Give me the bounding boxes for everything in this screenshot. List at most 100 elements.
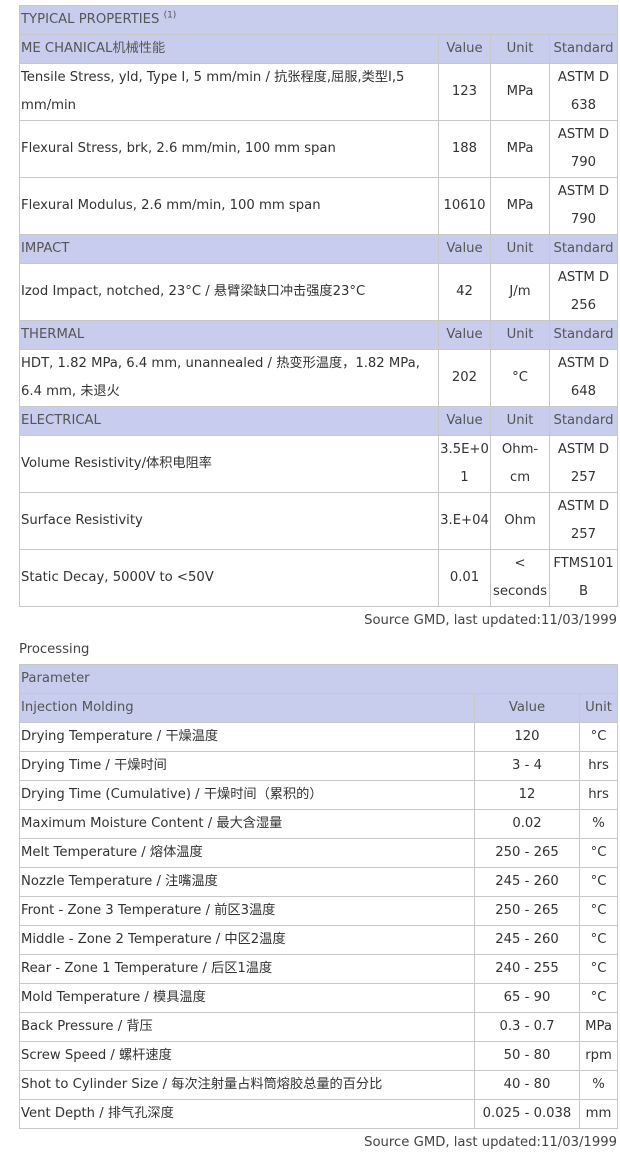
property-unit: MPa — [490, 120, 550, 178]
property-name: Static Decay, 5000V to <50V — [19, 549, 439, 607]
processing-parameter: Back Pressure / 背压 — [19, 1012, 475, 1042]
processing-value: 0.02 — [474, 809, 580, 839]
property-name: HDT, 1.82 MPa, 6.4 mm, unannealed / 热变形温… — [19, 349, 439, 407]
processing-row: Nozzle Temperature / 注嘴温度 245 - 260 °C — [19, 867, 619, 897]
property-value: 10610 — [438, 177, 491, 235]
processing-unit: rpm — [578, 1041, 619, 1071]
header-standard: Standard — [549, 320, 618, 350]
processing-parameter-row: Parameter — [18, 664, 619, 694]
property-row: Flexural Stress, brk, 2.6 mm/min, 100 mm… — [19, 120, 618, 178]
processing-value: 65 - 90 — [474, 983, 580, 1013]
property-value: 0.01 — [438, 549, 491, 607]
processing-value: 250 - 265 — [474, 896, 580, 926]
processing-unit: °C — [578, 838, 619, 868]
processing-parameter: Shot to Cylinder Size / 每次注射量占料筒熔胶总量的百分比 — [19, 1070, 475, 1100]
processing-header-value: Value — [474, 693, 580, 723]
property-row: HDT, 1.82 MPa, 6.4 mm, unannealed / 热变形温… — [19, 349, 618, 407]
processing-value: 250 - 265 — [474, 838, 580, 868]
property-name: Izod Impact, notched, 23°C / 悬臂梁缺口冲击强度23… — [19, 263, 439, 321]
processing-unit: mm — [578, 1099, 619, 1129]
property-value: 3.E+04 — [438, 492, 491, 550]
processing-row: Drying Time / 干燥时间 3 - 4 hrs — [19, 751, 619, 781]
processing-parameter: Drying Temperature / 干燥温度 — [19, 722, 475, 752]
typical-title-superscript: (1) — [163, 10, 177, 21]
property-standard: ASTM D 257 — [549, 435, 618, 493]
processing-parameter: Maximum Moisture Content / 最大含湿量 — [19, 809, 475, 839]
property-unit: < seconds — [490, 549, 550, 607]
section-header-row: ME CHANICAL机械性能 Value Unit Standard — [19, 34, 618, 64]
property-standard: ASTM D 648 — [549, 349, 618, 407]
header-value: Value — [438, 320, 491, 350]
typical-properties-table: TYPICAL PROPERTIES (1) ME CHANICAL机械性能 Va… — [19, 5, 618, 607]
header-standard: Standard — [549, 406, 618, 436]
processing-row: Drying Temperature / 干燥温度 120 °C — [19, 722, 619, 752]
processing-parameter: Front - Zone 3 Temperature / 前区3温度 — [19, 896, 475, 926]
header-value: Value — [438, 34, 491, 64]
processing-row: Mold Temperature / 模具温度 65 - 90 °C — [19, 983, 619, 1013]
processing-unit: °C — [578, 896, 619, 926]
property-name: Tensile Stress, yld, Type I, 5 mm/min / … — [19, 63, 439, 121]
property-row: Surface Resistivity 3.E+04 Ohm ASTM D 257 — [19, 492, 618, 550]
property-value: 188 — [438, 120, 491, 178]
property-standard: ASTM D 790 — [549, 120, 618, 178]
property-unit: MPa — [490, 63, 550, 121]
property-value: 3.5E+01 — [438, 435, 491, 493]
processing-row: Back Pressure / 背压 0.3 - 0.7 MPa — [19, 1012, 619, 1042]
processing-row: Middle - Zone 2 Temperature / 中区2温度 245 -… — [19, 925, 619, 955]
header-value: Value — [438, 406, 491, 436]
processing-unit: hrs — [578, 751, 619, 781]
processing-parameter: Middle - Zone 2 Temperature / 中区2温度 — [19, 925, 475, 955]
processing-row: Vent Depth / 排气孔深度 0.025 - 0.038 mm — [19, 1099, 619, 1129]
property-row: Volume Resistivity/体积电阻率 3.5E+01 Ohm-cm AST… — [19, 435, 618, 493]
processing-row: Drying Time (Cumulative) / 干燥时间（累积的） 12 hr… — [19, 780, 619, 810]
processing-unit: °C — [578, 722, 619, 752]
property-name: Surface Resistivity — [19, 492, 439, 550]
processing-value: 0.025 - 0.038 — [474, 1099, 580, 1129]
processing-header-unit: Unit — [578, 693, 619, 723]
processing-section-name: Injection Molding — [19, 693, 475, 723]
content: TYPICAL PROPERTIES (1) ME CHANICAL机械性能 Va… — [18, 5, 619, 1157]
processing-unit: % — [578, 809, 619, 839]
processing-parameter: Screw Speed / 螺杆速度 — [19, 1041, 475, 1071]
processing-parameter-label: Parameter — [18, 664, 619, 694]
property-standard: ASTM D 257 — [549, 492, 618, 550]
property-row: Tensile Stress, yld, Type I, 5 mm/min / … — [19, 63, 618, 121]
processing-source-note: Source GMD, last updated:11/03/1999 — [364, 1135, 617, 1150]
processing-row: Front - Zone 3 Temperature / 前区3温度 250 - … — [19, 896, 619, 926]
processing-parameter: Vent Depth / 排气孔深度 — [19, 1099, 475, 1129]
typical-title-text: TYPICAL PROPERTIES — [21, 12, 160, 27]
processing-parameter: Melt Temperature / 熔体温度 — [19, 838, 475, 868]
header-unit: Unit — [490, 320, 550, 350]
section-name: IMPACT — [19, 234, 439, 264]
section-header-row: ELECTRICAL Value Unit Standard — [19, 406, 618, 436]
property-value: 123 — [438, 63, 491, 121]
processing-value: 245 - 260 — [474, 925, 580, 955]
property-unit: Ohm — [490, 492, 550, 550]
header-unit: Unit — [490, 406, 550, 436]
section-name: THERMAL — [19, 320, 439, 350]
processing-section-header: Injection Molding Value Unit — [19, 693, 619, 723]
property-value: 202 — [438, 349, 491, 407]
processing-row: Shot to Cylinder Size / 每次注射量占料筒熔胶总量的百分比… — [19, 1070, 619, 1100]
typical-properties-title: TYPICAL PROPERTIES (1) — [19, 5, 618, 35]
processing-unit: °C — [578, 983, 619, 1013]
section-header-row: IMPACT Value Unit Standard — [19, 234, 618, 264]
property-standard: ASTM D 638 — [549, 63, 618, 121]
header-standard: Standard — [549, 34, 618, 64]
property-value: 42 — [438, 263, 491, 321]
typical-properties-title-row: TYPICAL PROPERTIES (1) — [19, 5, 618, 35]
section-name: ELECTRICAL — [19, 406, 439, 436]
typical-source-note: Source GMD, last updated:11/03/1999 — [364, 613, 617, 628]
property-standard: ASTM D 790 — [549, 177, 618, 235]
processing-row: Maximum Moisture Content / 最大含湿量 0.02% — [19, 809, 619, 839]
processing-table: Parameter Injection Molding Value Unit D… — [18, 664, 619, 1129]
header-value: Value — [438, 234, 491, 264]
property-unit: MPa — [490, 177, 550, 235]
property-unit: Ohm-cm — [490, 435, 550, 493]
processing-title: Processing — [19, 642, 90, 657]
processing-parameter: Drying Time / 干燥时间 — [19, 751, 475, 781]
property-name: Flexural Stress, brk, 2.6 mm/min, 100 mm… — [19, 120, 439, 178]
processing-unit: % — [578, 1070, 619, 1100]
header-standard: Standard — [549, 234, 618, 264]
processing-row: Screw Speed / 螺杆速度 50 - 80 rpm — [19, 1041, 619, 1071]
